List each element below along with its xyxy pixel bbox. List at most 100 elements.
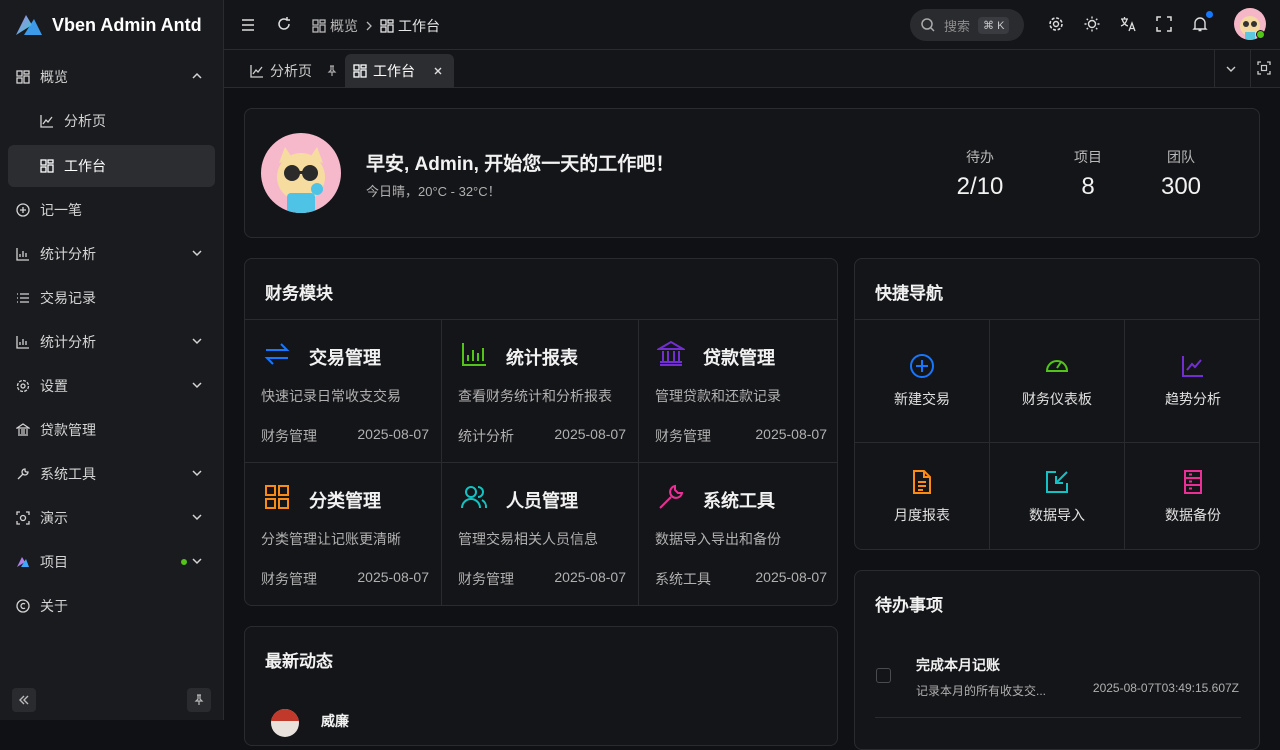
- sidebar-item-about[interactable]: 关于: [8, 585, 215, 627]
- module-category: 财务管理: [261, 428, 317, 444]
- sidebar-item-tools[interactable]: 系统工具: [8, 453, 215, 495]
- gear-icon[interactable]: [1048, 16, 1064, 32]
- sidebar-footer: [12, 688, 212, 712]
- main-content: 早安, Admin, 开始您一天的工作吧！ 今日晴，20°C - 32°C！ 待…: [224, 88, 1280, 750]
- module-date: 2025-08-07: [357, 426, 429, 442]
- quicknav-new-transaction[interactable]: 新建交易: [855, 319, 990, 442]
- logo[interactable]: Vben Admin Antd: [0, 0, 223, 50]
- todo-checkbox[interactable]: [876, 668, 891, 683]
- todo-title: 完成本月记账: [916, 657, 1000, 673]
- finance-module-loans[interactable]: 贷款管理 管理贷款和还款记录 财务管理 2025-08-07: [639, 319, 837, 462]
- sidebar-item-label: 设置: [40, 378, 68, 394]
- quicknav-label: 月度报表: [894, 507, 950, 523]
- close-icon[interactable]: [433, 66, 443, 76]
- dashboard-icon: [16, 70, 30, 84]
- quicknav-monthly-report[interactable]: 月度报表: [855, 442, 990, 549]
- menu-icon[interactable]: [240, 17, 256, 33]
- finance-module-people[interactable]: 人员管理 管理交易相关人员信息 财务管理 2025-08-07: [442, 462, 639, 605]
- scan-icon: [16, 511, 30, 525]
- stat-value: 2/10: [956, 173, 1004, 200]
- fullscreen-icon[interactable]: [1156, 16, 1172, 32]
- module-category: 系统工具: [655, 571, 711, 587]
- bank-icon: [16, 423, 30, 436]
- module-date: 2025-08-07: [554, 426, 626, 442]
- sidebar-item-demo[interactable]: 演示: [8, 497, 215, 539]
- module-title: 统计报表: [506, 348, 578, 368]
- translate-icon[interactable]: [1120, 16, 1136, 32]
- tab-analytics[interactable]: 分析页: [242, 54, 346, 88]
- quicknav-import[interactable]: 数据导入: [990, 442, 1125, 549]
- module-desc: 管理贷款和还款记录: [655, 388, 781, 404]
- copyright-icon: [16, 599, 30, 613]
- card-title: 快捷导航: [875, 284, 943, 303]
- gear-icon: [16, 379, 30, 393]
- bell-icon[interactable]: [1192, 16, 1208, 32]
- chevron-down-icon: [192, 250, 202, 257]
- area-chart-icon: [40, 115, 53, 128]
- sun-icon[interactable]: [1084, 16, 1100, 32]
- collapse-sidebar-button[interactable]: [12, 688, 36, 712]
- todo-divider: [875, 717, 1241, 718]
- double-chevron-left-icon: [19, 695, 29, 705]
- chevron-down-icon: [192, 382, 202, 389]
- finance-module-reports[interactable]: 统计报表 查看财务统计和分析报表 统计分析 2025-08-07: [442, 319, 639, 462]
- module-title: 分类管理: [309, 491, 381, 511]
- tabs-divider: [1214, 50, 1215, 88]
- finance-module-categories[interactable]: 分类管理 分类管理让记账更清晰 财务管理 2025-08-07: [245, 462, 442, 605]
- dashboard-icon: [312, 19, 326, 33]
- search-box[interactable]: 搜索 ⌘ K: [910, 9, 1024, 41]
- vben-logo-icon: [16, 15, 42, 35]
- pin-sidebar-button[interactable]: [187, 688, 211, 712]
- notification-dot: [1206, 11, 1213, 18]
- maximize-content-icon[interactable]: [1257, 61, 1271, 75]
- chevron-down-icon: [192, 514, 202, 521]
- module-date: 2025-08-07: [755, 569, 827, 585]
- quicknav-trends[interactable]: 趋势分析: [1125, 319, 1259, 442]
- sidebar-item-overview[interactable]: 概览: [8, 56, 215, 98]
- module-desc: 数据导入导出和备份: [655, 531, 781, 547]
- stat-label: 团队: [1167, 149, 1195, 165]
- stat-label: 项目: [1074, 149, 1102, 165]
- avatar: [261, 133, 341, 213]
- breadcrumb-item[interactable]: 概览: [330, 16, 358, 36]
- tab-workspace[interactable]: 工作台: [345, 54, 454, 88]
- sidebar-item-workspace[interactable]: 工作台: [8, 145, 215, 187]
- sidebar-item-project[interactable]: 项目: [8, 541, 215, 583]
- pin-icon: [194, 694, 204, 705]
- sidebar-item-loans[interactable]: 贷款管理: [8, 409, 215, 451]
- online-status-dot: [1256, 30, 1265, 39]
- finance-module-tools[interactable]: 系统工具 数据导入导出和备份 系统工具 2025-08-07: [639, 462, 837, 605]
- finance-module-transactions[interactable]: 交易管理 快速记录日常收支交易 财务管理 2025-08-07: [245, 319, 442, 462]
- module-desc: 管理交易相关人员信息: [458, 531, 598, 547]
- sidebar-item-label: 统计分析: [40, 246, 96, 262]
- todo-card: 待办事项 完成本月记账 记录本月的所有收支交... 2025-08-07T03:…: [854, 570, 1260, 750]
- workspace-icon: [40, 159, 54, 173]
- quicknav-dashboard[interactable]: 财务仪表板: [990, 319, 1125, 442]
- sidebar-item-record[interactable]: 记一笔: [8, 189, 215, 231]
- bar-chart-icon: [16, 336, 29, 349]
- pin-icon[interactable]: [326, 65, 338, 77]
- sidebar-item-label: 贷款管理: [40, 422, 96, 438]
- module-date: 2025-08-07: [554, 569, 626, 585]
- bar-chart-icon: [16, 248, 29, 261]
- tabs-divider: [1250, 50, 1251, 88]
- stat-value: 8: [1081, 173, 1095, 200]
- module-title: 人员管理: [506, 491, 578, 511]
- module-desc: 快速记录日常收支交易: [261, 388, 401, 404]
- module-date: 2025-08-07: [755, 426, 827, 442]
- stat-label: 待办: [966, 149, 994, 165]
- activity-card: 最新动态 威廉: [244, 626, 838, 746]
- quicknav-label: 数据备份: [1165, 507, 1221, 523]
- sidebar-item-transactions[interactable]: 交易记录: [8, 277, 215, 319]
- sidebar-item-settings[interactable]: 设置: [8, 365, 215, 407]
- chevron-right-icon: [366, 21, 372, 31]
- quicknav-card: 快捷导航 新建交易 财务仪表板 趋势分析 月度报表 数据导入 数据备份: [854, 258, 1260, 550]
- sidebar-item-analytics[interactable]: 分析页: [8, 100, 215, 142]
- module-desc: 分类管理让记账更清晰: [261, 531, 401, 547]
- sidebar-item-statistics[interactable]: 统计分析: [8, 233, 215, 275]
- sidebar-item-label: 统计分析: [40, 334, 96, 350]
- refresh-icon[interactable]: [276, 16, 292, 32]
- sidebar-item-statistics-2[interactable]: 统计分析: [8, 321, 215, 363]
- quicknav-backup[interactable]: 数据备份: [1125, 442, 1259, 549]
- chevron-down-icon[interactable]: [1225, 63, 1237, 75]
